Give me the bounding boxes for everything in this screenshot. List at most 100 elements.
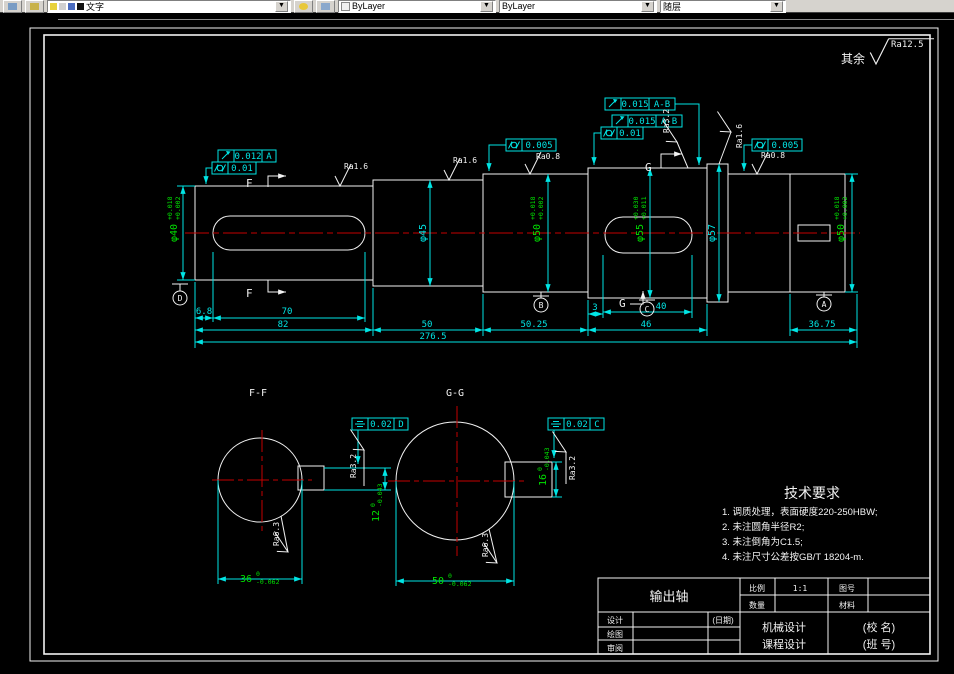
layer-states-button[interactable] [25, 0, 44, 13]
roughness-value: Ra6.3 [481, 533, 490, 557]
fcf-tolerance: 0.02 [370, 420, 392, 430]
dim-3: 3 [592, 303, 597, 313]
general-roughness-value: Ra12.5 [891, 40, 924, 50]
undo-layer-icon [321, 2, 330, 10]
color-control-combo[interactable]: ByLayer ▼ [338, 0, 496, 13]
roughness-value: Ra0.8 [761, 151, 785, 160]
dim-value: 16 [538, 474, 549, 486]
cylindricity-icon [214, 164, 226, 172]
cut-letter: G [645, 161, 652, 174]
cut-label-G-top: G [645, 151, 682, 174]
dim-tol-upper: 0 [256, 570, 260, 578]
sheet-border [29, 27, 939, 662]
datum-A: A [816, 292, 832, 312]
symmetry-icon [355, 421, 365, 427]
layer-select-combo[interactable]: 文字 ▼ [47, 0, 291, 13]
general-roughness-note: 其余 Ra12.5 [841, 38, 934, 66]
color-dropdown-arrow[interactable]: ▼ [480, 0, 493, 12]
layer-properties-toolbar: 文字 ▼ ByLayer ▼ ByLayer ▼ 随层 ▼ [0, 0, 954, 13]
extension-lines [194, 252, 858, 348]
layer-color-chip [77, 2, 84, 10]
linetype-control-value: ByLayer [502, 1, 536, 11]
lineweight-control-combo[interactable]: 随层 ▼ [660, 0, 786, 13]
color-control-value: ByLayer [352, 1, 386, 11]
dim-value: φ50 [532, 224, 543, 242]
cylindricity-icon [508, 141, 520, 149]
fcf-datum: C [594, 420, 599, 430]
dim-tol-lower: +0.002 [174, 196, 182, 220]
fcf-tolerance: 0.01 [231, 164, 253, 174]
cylindricity-icon [754, 141, 766, 149]
layer-manager-button[interactable] [3, 0, 22, 13]
section-title: G-G [446, 388, 464, 399]
circular-runout-icon [221, 151, 231, 160]
roughness-check-icon [869, 38, 890, 65]
lineweight-dropdown-arrow[interactable]: ▼ [770, 0, 783, 12]
draft-label: 绘图 [607, 629, 623, 639]
dim-tol-upper: +0.018 [529, 196, 537, 220]
scale-value: 1:1 [793, 584, 808, 593]
section-title: F-F [249, 388, 267, 399]
drawing-canvas[interactable]: 其余 Ra12.5 φ40 +0.018 +0.002 φ45 φ50 +0.0… [0, 13, 954, 674]
dim-tol-lower: -0.043 [376, 483, 384, 507]
fcf-tolerance: 0.015 [621, 100, 648, 110]
fcf-ff-symmetry: 0.02 D [351, 417, 409, 464]
datum-letter: D [178, 294, 183, 303]
dim-tol-lower: +0.002 [841, 196, 849, 220]
dim-tol-upper: +0.018 [833, 196, 841, 220]
cylindricity-icon [603, 129, 615, 137]
fcf-tolerance: 0.005 [525, 141, 552, 151]
datum-C: C [639, 299, 655, 317]
datum-letter: B [539, 301, 544, 310]
cut-label-F-bottom: F [246, 280, 286, 300]
tech-req-item: 3. 未注倒角为C1.5; [722, 536, 803, 548]
dim-tol-lower: +0.011 [640, 196, 648, 220]
fcf-s1-runout-cylindricity: 0.012 A 0.01 [203, 149, 277, 184]
cut-letter: F [246, 287, 253, 300]
date-label: (日期) [712, 616, 734, 625]
previous-layer-button[interactable] [316, 0, 335, 13]
general-note-prefix: 其余 [841, 51, 865, 66]
dim-tol-lower: -0.062 [256, 578, 280, 586]
linetype-control-combo[interactable]: ByLayer ▼ [499, 0, 657, 13]
cut-letter: G [619, 297, 626, 310]
fcf-tolerance: 0.02 [566, 420, 588, 430]
dim-46: 46 [641, 320, 652, 330]
dim-value: φ57 [707, 224, 718, 242]
dim-value: 12 [371, 510, 382, 522]
dim-tol-lower: -0.043 [543, 447, 551, 471]
layer-state-icon [30, 2, 39, 10]
match-layer-icon [299, 2, 308, 10]
roughness-check-icon [708, 110, 737, 137]
title-block: 输出轴 比例 1:1 数量 图号 材料 设计 (日期) 绘图 审阅 机械设计 课… [597, 577, 931, 655]
layers-icon [8, 2, 17, 10]
dim-tol-upper: +0.030 [632, 196, 640, 220]
dim-40: 40 [656, 302, 667, 312]
dim-36-75: 36.75 [808, 320, 835, 330]
current-layer-name: 文字 [86, 1, 105, 12]
fcf-datum: A-B [654, 100, 670, 110]
tech-req-item: 1. 调质处理，表面硬度220-250HBW; [722, 506, 878, 518]
make-object-layer-button[interactable] [294, 0, 313, 13]
datum-B: B [533, 292, 549, 313]
layer-lock-icon [68, 2, 75, 10]
design-label: 设计 [607, 615, 623, 625]
dim-50-25: 50.25 [520, 320, 547, 330]
dim-value: 50 [432, 576, 444, 587]
roughness-value: Ra1.6 [344, 162, 368, 171]
quantity-label: 数量 [749, 600, 765, 610]
scale-label: 比例 [749, 583, 765, 593]
keyway-slot-mid [604, 216, 693, 254]
roughness-value: Ra1.6 [735, 124, 744, 148]
technical-requirements: 技术要求 1. 调质处理，表面硬度220-250HBW; 2. 未注圆角半径R2… [722, 485, 878, 563]
datum-letter: C [645, 305, 650, 314]
layer-dropdown-arrow[interactable]: ▼ [275, 0, 288, 12]
course-name-line2: 课程设计 [762, 638, 806, 651]
dim-value: φ40 [169, 224, 180, 242]
dim-50: 50 [422, 320, 433, 330]
roughness-value: Ra3.2 [568, 456, 577, 480]
length-dimensions: 6.8 70 3 40 82 50 50.25 46 36.75 276.5 [194, 252, 858, 348]
circular-runout-icon [608, 99, 618, 108]
linetype-dropdown-arrow[interactable]: ▼ [641, 0, 654, 12]
dim-6-8: 6.8 [196, 307, 212, 317]
